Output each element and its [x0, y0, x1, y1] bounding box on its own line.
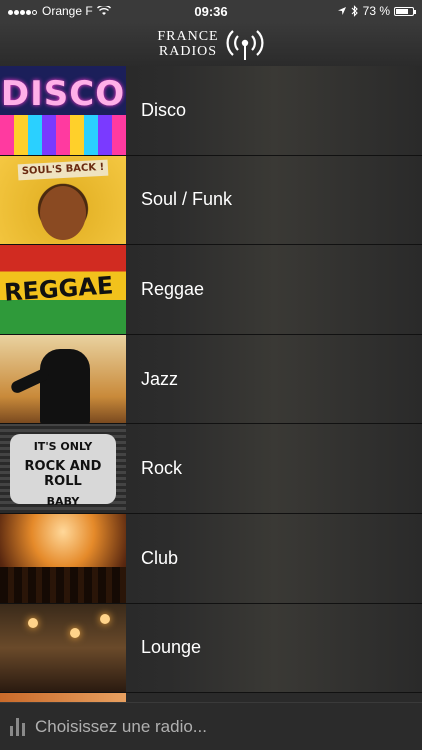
- logo-line-radios: RADIOS: [158, 44, 218, 59]
- logo-line-france: FRANCE: [157, 29, 219, 44]
- bluetooth-icon: [351, 5, 358, 17]
- genre-label-jazz: Jazz: [141, 368, 179, 389]
- disco-thumbnail-text: DISCO: [0, 74, 126, 114]
- disco-thumbnail: DISCO: [0, 66, 126, 155]
- jazz-thumbnail: [0, 334, 126, 424]
- rock-sign-line2: ROCK AND ROLL: [24, 459, 102, 490]
- genre-label-lounge: Lounge: [141, 637, 202, 658]
- genre-list: DISCO Disco SOUL'S BACK ! Soul / Funk RE…: [0, 66, 422, 708]
- genre-row-rock[interactable]: IT'S ONLY ROCK AND ROLL BABY Rock: [0, 424, 422, 514]
- genre-row-jazz[interactable]: Jazz: [0, 334, 422, 425]
- status-right: 73 %: [337, 4, 416, 18]
- battery-icon: [394, 6, 416, 16]
- genre-row-lounge[interactable]: Lounge: [0, 603, 422, 694]
- reggae-thumbnail: REGGAE: [0, 245, 126, 334]
- location-arrow-icon: [337, 7, 346, 15]
- signal-strength-icon: [8, 4, 38, 18]
- genre-label-disco: Disco: [141, 99, 187, 120]
- club-thumbnail: [0, 513, 126, 603]
- battery-percent: 73 %: [362, 4, 390, 18]
- genre-row-disco[interactable]: DISCO Disco: [0, 66, 422, 156]
- player-placeholder: Choisissez une radio...: [35, 716, 207, 736]
- lounge-thumbnail: [0, 603, 126, 693]
- genre-label-soul-funk: Soul / Funk: [141, 189, 233, 210]
- carrier-label: Orange F: [42, 4, 93, 18]
- genre-label-reggae: Reggae: [141, 278, 205, 299]
- rock-thumbnail: IT'S ONLY ROCK AND ROLL BABY: [0, 424, 126, 513]
- soul-thumbnail-text: SOUL'S BACK !: [17, 159, 109, 180]
- genre-row-club[interactable]: Club: [0, 513, 422, 604]
- genre-row-reggae[interactable]: REGGAE Reggae: [0, 245, 422, 335]
- wifi-icon: [96, 6, 111, 15]
- radio-antenna-icon: [226, 30, 264, 60]
- rock-sign-line3: BABY: [46, 495, 80, 509]
- app-logo-text: FRANCE RADIOS: [157, 29, 218, 59]
- app-header: FRANCE RADIOS: [0, 22, 422, 66]
- soul-funk-thumbnail: SOUL'S BACK !: [0, 155, 126, 245]
- player-bar[interactable]: Choisissez une radio...: [0, 702, 422, 750]
- equalizer-icon: [10, 717, 25, 736]
- rock-sign-line1: IT'S ONLY: [33, 440, 93, 454]
- genre-label-rock: Rock: [141, 458, 183, 479]
- status-bar: Orange F 09:36 73 %: [0, 0, 422, 22]
- genre-row-soul-funk[interactable]: SOUL'S BACK ! Soul / Funk: [0, 155, 422, 246]
- rock-sign: IT'S ONLY ROCK AND ROLL BABY: [10, 434, 116, 508]
- genre-label-club: Club: [141, 547, 179, 568]
- status-left: Orange F: [8, 4, 111, 18]
- reggae-thumbnail-text: REGGAE: [3, 271, 115, 307]
